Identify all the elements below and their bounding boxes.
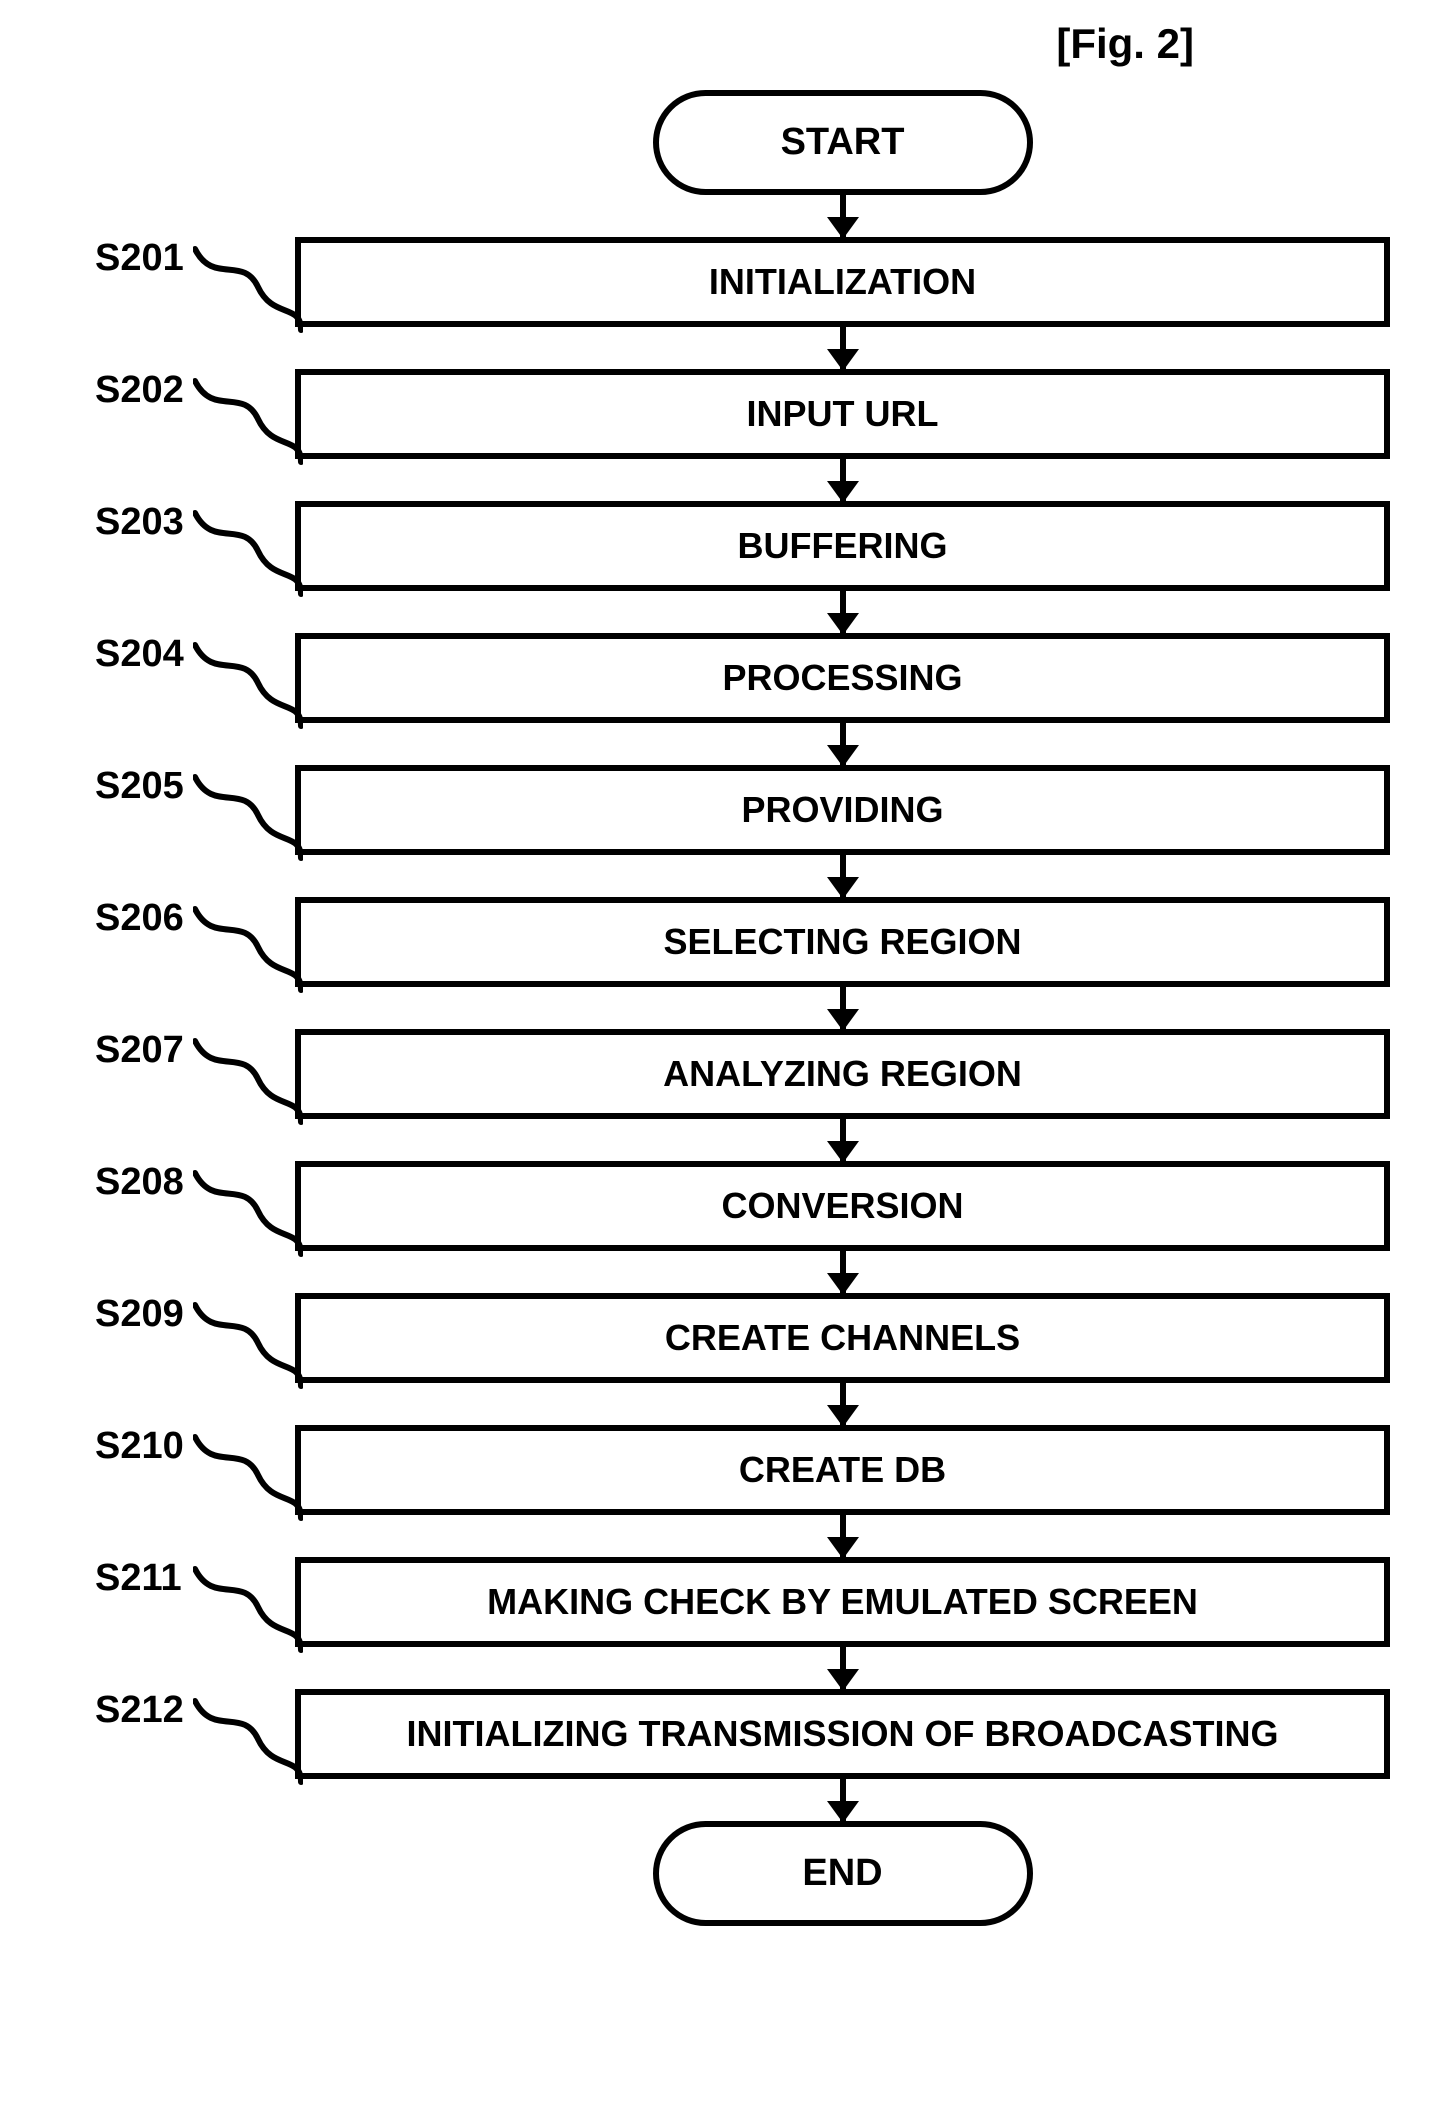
process-row: S210 CREATE DB: [95, 1425, 1395, 1515]
step-label-container: S210: [95, 1425, 295, 1468]
step-id-label: S212: [95, 1689, 295, 1732]
process-row: S203 BUFFERING: [95, 501, 1395, 591]
arrow-icon: [840, 1251, 846, 1293]
process-box: INPUT URL: [295, 369, 1390, 459]
process-row: S212 INITIALIZING TRANSMISSION OF BROADC…: [95, 1689, 1395, 1779]
step-label-container: S209: [95, 1293, 295, 1336]
step-label-container: S211: [95, 1557, 295, 1600]
process-text: BUFFERING: [738, 525, 948, 567]
step-label-container: S203: [95, 501, 295, 544]
arrow-container: [295, 1251, 1390, 1293]
process-text: ANALYZING REGION: [663, 1053, 1022, 1095]
step-id-label: S204: [95, 633, 295, 676]
process-box: PROVIDING: [295, 765, 1390, 855]
arrow-icon: [840, 987, 846, 1029]
flowchart: START S201 INITIALIZATIONS202 INPUT URLS…: [95, 90, 1395, 1926]
step-label-container: S204: [95, 633, 295, 676]
arrow-icon: [840, 591, 846, 633]
process-box: PROCESSING: [295, 633, 1390, 723]
start-label: START: [781, 121, 905, 164]
process-box: INITIALIZING TRANSMISSION OF BROADCASTIN…: [295, 1689, 1390, 1779]
step-label-container: S212: [95, 1689, 295, 1732]
step-id-label: S211: [95, 1557, 295, 1600]
step-label-container: S205: [95, 765, 295, 808]
process-text: INITIALIZING TRANSMISSION OF BROADCASTIN…: [407, 1713, 1279, 1755]
process-box: CREATE DB: [295, 1425, 1390, 1515]
end-terminator: END: [653, 1821, 1033, 1926]
step-label-container: S206: [95, 897, 295, 940]
arrow-icon: [840, 723, 846, 765]
process-row: S211 MAKING CHECK BY EMULATED SCREEN: [95, 1557, 1395, 1647]
process-text: CREATE CHANNELS: [665, 1317, 1020, 1359]
arrow-container: [295, 1119, 1390, 1161]
arrow-container: [295, 1779, 1390, 1821]
process-box: CREATE CHANNELS: [295, 1293, 1390, 1383]
step-id-label: S202: [95, 369, 295, 412]
step-id-label: S209: [95, 1293, 295, 1336]
process-row: S206 SELECTING REGION: [95, 897, 1395, 987]
end-label: END: [802, 1852, 882, 1895]
process-box: SELECTING REGION: [295, 897, 1390, 987]
arrow-container: [295, 1515, 1390, 1557]
arrow-icon: [840, 459, 846, 501]
process-text: INITIALIZATION: [709, 261, 976, 303]
process-text: PROCESSING: [722, 657, 962, 699]
arrow-container: [295, 987, 1390, 1029]
start-terminator: START: [653, 90, 1033, 195]
process-text: MAKING CHECK BY EMULATED SCREEN: [487, 1581, 1198, 1623]
arrow-icon: [840, 1383, 846, 1425]
process-row: S207 ANALYZING REGION: [95, 1029, 1395, 1119]
step-label-container: S201: [95, 237, 295, 280]
arrow-icon: [840, 855, 846, 897]
process-box: CONVERSION: [295, 1161, 1390, 1251]
step-id-label: S205: [95, 765, 295, 808]
arrow-container: [295, 327, 1390, 369]
step-id-label: S201: [95, 237, 295, 280]
process-box: BUFFERING: [295, 501, 1390, 591]
step-id-label: S203: [95, 501, 295, 544]
arrow-container: [295, 1647, 1390, 1689]
figure-label: [Fig. 2]: [1056, 20, 1194, 68]
process-text: SELECTING REGION: [663, 921, 1021, 963]
arrow-icon: [840, 195, 846, 237]
process-row: S209 CREATE CHANNELS: [95, 1293, 1395, 1383]
process-text: CONVERSION: [721, 1185, 963, 1227]
process-row: S201 INITIALIZATION: [95, 237, 1395, 327]
process-text: PROVIDING: [741, 789, 943, 831]
arrow-container: [295, 459, 1390, 501]
process-box: MAKING CHECK BY EMULATED SCREEN: [295, 1557, 1390, 1647]
step-label-container: S208: [95, 1161, 295, 1204]
arrow-icon: [840, 1515, 846, 1557]
step-id-label: S208: [95, 1161, 295, 1204]
step-label-container: S207: [95, 1029, 295, 1072]
step-id-label: S210: [95, 1425, 295, 1468]
arrow-container: [295, 723, 1390, 765]
arrow-container: [295, 591, 1390, 633]
process-row: S208 CONVERSION: [95, 1161, 1395, 1251]
process-row: S204 PROCESSING: [95, 633, 1395, 723]
arrow-icon: [840, 1647, 846, 1689]
process-text: CREATE DB: [739, 1449, 946, 1491]
arrow-container: [295, 855, 1390, 897]
step-id-label: S206: [95, 897, 295, 940]
arrow-icon: [840, 1119, 846, 1161]
step-label-container: S202: [95, 369, 295, 412]
process-row: S202 INPUT URL: [95, 369, 1395, 459]
process-box: ANALYZING REGION: [295, 1029, 1390, 1119]
process-row: S205 PROVIDING: [95, 765, 1395, 855]
arrow-icon: [840, 327, 846, 369]
process-box: INITIALIZATION: [295, 237, 1390, 327]
step-id-label: S207: [95, 1029, 295, 1072]
arrow-container: [295, 1383, 1390, 1425]
process-text: INPUT URL: [747, 393, 939, 435]
arrow-icon: [840, 1779, 846, 1821]
